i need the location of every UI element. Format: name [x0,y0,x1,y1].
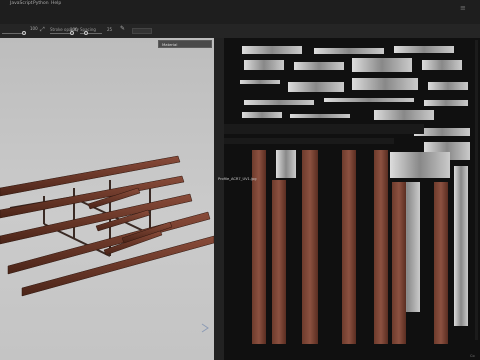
uv-metal-strip [428,82,468,90]
spacing-slider-knob[interactable] [84,31,88,35]
value-2: 100 [70,27,78,32]
uv-metal-strip [294,62,344,70]
status-caption: Co [470,354,475,358]
value-1: 100 [30,26,38,31]
uv-metal-strip [390,152,450,178]
bleachers-model [0,155,214,333]
uv-texture-panel[interactable] [224,38,480,360]
panel-divider[interactable] [214,38,224,360]
uv-wood-plank [342,150,356,344]
size-slider-knob[interactable] [22,31,26,35]
uv-texture-atlas [224,46,470,344]
material-dropdown[interactable]: Material [158,40,212,48]
plank-2 [0,175,185,219]
uv-metal-strip [352,78,418,90]
uv-metal-strip [324,98,414,102]
opacity-slider[interactable] [50,33,72,34]
uv-metal-strip [290,114,350,118]
uv-wood-plank [272,180,286,344]
uv-metal-strip [454,166,468,326]
disabled-control [132,28,152,34]
uv-wood-plank [392,182,406,344]
uv-metal-strip [242,112,282,118]
plank-top [0,155,181,197]
scrollbar[interactable] [475,40,478,340]
uv-metal-strip [422,60,462,70]
uv-wood-plank [434,182,448,344]
window-menu-icon[interactable]: ≡ [460,4,470,12]
uv-metal-strip [240,80,280,84]
menu-javascript[interactable]: JavaScript [10,1,33,6]
material-dropdown-label: Material [162,42,178,47]
3d-viewport[interactable] [0,38,214,360]
uv-metal-strip [374,110,434,120]
link-icon[interactable]: ⤢ [40,26,45,34]
menu-bar: JavaScript Python Help ≡ [0,0,480,24]
brush-toolbar: 100 ⤢ Stroke opacity 100 Spacing 25 ✎ [0,24,480,39]
value-3: 25 [107,27,113,32]
pen-icon[interactable]: ✎ [120,25,125,32]
uv-metal-strip [244,60,284,70]
uv-gap [224,138,394,144]
uv-gap [224,124,424,134]
uv-metal-strip [242,46,302,54]
uv-metal-strip [314,48,384,54]
uv-filename-label: Profile_ACR7_UV1.jpg [218,177,257,181]
uv-metal-strip [276,150,296,178]
uv-metal-strip [244,100,314,105]
gizmo-icon [201,323,209,333]
uv-metal-strip [424,100,468,106]
uv-wood-plank [374,150,388,344]
size-slider[interactable] [2,33,24,34]
spacing-label: Spacing [80,27,96,32]
uv-metal-strip [394,46,454,53]
menu-python[interactable]: Python [33,1,49,6]
uv-metal-strip [288,82,344,92]
uv-wood-plank [302,150,318,344]
menu-help[interactable]: Help [51,1,61,6]
uv-metal-strip [352,58,412,72]
